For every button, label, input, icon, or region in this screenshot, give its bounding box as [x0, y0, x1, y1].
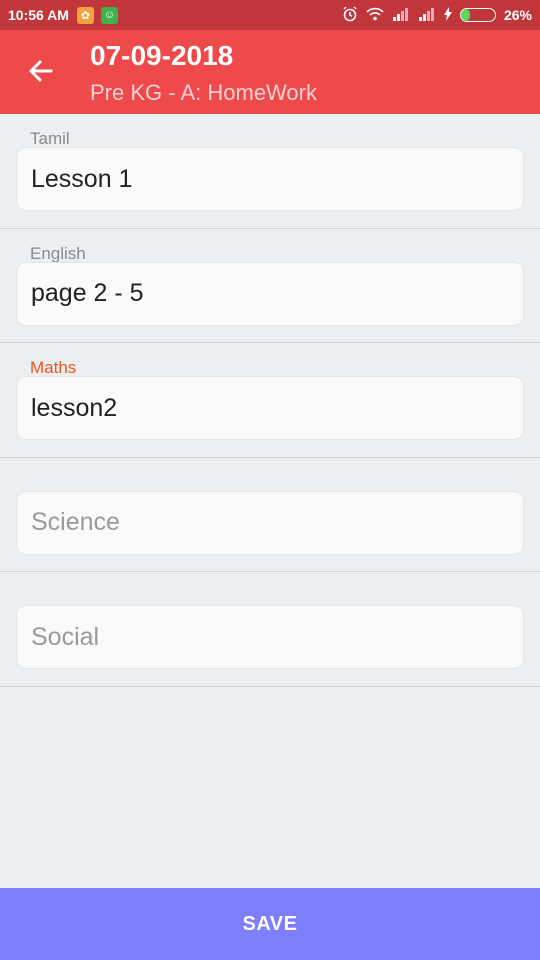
app-notification-icon: ☺: [100, 6, 118, 24]
tamil-input[interactable]: [16, 147, 524, 211]
charging-icon: [443, 6, 452, 24]
subject-row-english: English: [0, 229, 540, 343]
alarm-icon: [342, 5, 358, 25]
page-subtitle: Pre KG - A: HomeWork: [90, 80, 317, 105]
signal-icon: [392, 7, 410, 24]
homework-form: Tamil English Maths: [0, 114, 540, 687]
wifi-icon: [366, 7, 384, 24]
save-button[interactable]: SAVE: [0, 888, 540, 960]
arrow-left-icon: [27, 57, 55, 90]
battery-percent: 26%: [503, 7, 532, 23]
battery-icon: [459, 8, 496, 22]
english-input[interactable]: [16, 261, 524, 326]
subject-row-tamil: Tamil: [0, 114, 540, 229]
subject-row-social: [0, 572, 540, 687]
status-time: 10:56 AM: [8, 7, 69, 23]
subject-row-science: [0, 458, 540, 572]
app-bar: 07-09-2018 Pre KG - A: HomeWork: [0, 30, 540, 114]
field-label-english: English: [30, 243, 86, 263]
field-label-tamil: Tamil: [30, 129, 70, 148]
subject-row-maths: Maths: [0, 343, 540, 458]
science-input[interactable]: [16, 490, 524, 555]
social-input[interactable]: [16, 605, 524, 669]
field-label-maths: Maths: [30, 358, 77, 377]
page-title: 07-09-2018: [90, 40, 234, 71]
maths-input[interactable]: [16, 376, 524, 440]
back-button[interactable]: [20, 52, 62, 94]
signal-icon: [418, 7, 436, 24]
app-notification-icon: ✿: [76, 6, 94, 24]
status-bar: 10:56 AM ✿ ☺ 26%: [0, 0, 540, 30]
